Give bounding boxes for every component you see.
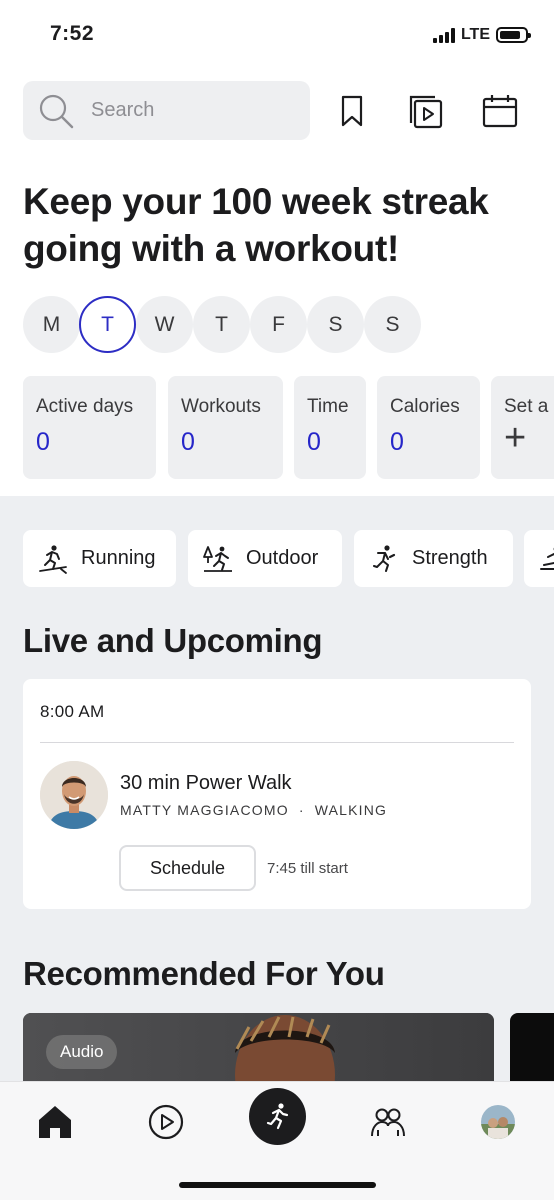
- running-icon: [39, 544, 67, 574]
- plus-icon: +: [504, 417, 527, 459]
- streak-headline: Keep your 100 week streak going with a w…: [23, 181, 489, 269]
- status-bar: 7:52 LTE: [0, 0, 554, 70]
- runner-icon: [266, 1102, 288, 1129]
- stat-label: Time: [307, 396, 349, 417]
- day-sunday[interactable]: S: [364, 296, 421, 353]
- chip-label: Running: [81, 547, 156, 569]
- chip-label: Strength: [412, 547, 488, 569]
- day-thursday[interactable]: T: [193, 296, 250, 353]
- class-meta: MATTY MAGGIACOMO · WALKING: [120, 802, 387, 818]
- instructor-name: MATTY MAGGIACOMO: [120, 802, 289, 818]
- status-time: 7:52: [50, 22, 95, 45]
- day-wednesday[interactable]: W: [136, 296, 193, 353]
- search-input[interactable]: Search: [23, 81, 310, 140]
- chip-more[interactable]: [524, 530, 554, 587]
- tab-profile[interactable]: [474, 1098, 522, 1146]
- top-toolbar: Search: [23, 81, 531, 141]
- chip-strength[interactable]: Strength: [354, 530, 513, 587]
- battery-icon: [496, 27, 531, 43]
- stat-workouts[interactable]: Workouts 0: [168, 376, 283, 479]
- profile-avatar: [481, 1105, 515, 1139]
- stat-time[interactable]: Time 0: [294, 376, 366, 479]
- stat-label: Workouts: [181, 396, 261, 417]
- stat-value: 0: [181, 428, 195, 456]
- day-friday[interactable]: F: [250, 296, 307, 353]
- class-start-time: 8:00 AM: [40, 702, 105, 721]
- instructor-avatar: [40, 761, 108, 829]
- countdown-text: 7:45 till start: [267, 860, 348, 877]
- tab-classes[interactable]: [142, 1098, 190, 1146]
- home-indicator: [179, 1182, 376, 1188]
- chip-label: Outdoor: [246, 547, 319, 569]
- network-label: LTE: [460, 26, 490, 43]
- live-section-title: Live and Upcoming: [23, 622, 323, 659]
- status-indicators: LTE: [432, 26, 531, 44]
- stat-label: Active days: [36, 396, 134, 417]
- people-icon: [371, 1108, 405, 1137]
- bookmark-icon[interactable]: [334, 93, 370, 129]
- play-circle-icon: [148, 1104, 184, 1140]
- search-placeholder: Search: [91, 99, 155, 121]
- stat-calories[interactable]: Calories 0: [377, 376, 480, 479]
- stat-value: 0: [390, 428, 404, 456]
- stat-value: 0: [307, 428, 321, 456]
- outdoor-icon: [203, 545, 232, 572]
- search-icon: [39, 94, 74, 129]
- audio-badge: Audio: [46, 1035, 118, 1069]
- day-monday[interactable]: M: [23, 296, 80, 353]
- video-library-icon[interactable]: [407, 93, 443, 129]
- day-saturday[interactable]: S: [307, 296, 364, 353]
- calendar-icon[interactable]: [482, 93, 518, 129]
- class-discipline: WALKING: [314, 802, 388, 818]
- home-icon: [39, 1106, 71, 1138]
- chip-outdoor[interactable]: Outdoor: [188, 530, 342, 587]
- divider: [40, 742, 514, 743]
- stat-label: Set a: [504, 396, 549, 417]
- stat-value: 0: [36, 428, 50, 456]
- tab-home[interactable]: [31, 1098, 79, 1146]
- category-chips: Running Outdoor Strength: [23, 530, 554, 587]
- tab-community[interactable]: [364, 1098, 412, 1146]
- set-goal-card[interactable]: Set a +: [491, 376, 554, 479]
- activity-stats: Active days 0 Workouts 0 Time 0 Calories…: [23, 376, 554, 479]
- day-tuesday[interactable]: T: [79, 296, 136, 353]
- class-title: 30 min Power Walk: [120, 772, 292, 794]
- stat-label: Calories: [390, 396, 460, 417]
- meta-separator: ·: [298, 802, 305, 818]
- signal-icon: [432, 27, 455, 43]
- chip-running[interactable]: Running: [23, 530, 176, 587]
- tab-workout[interactable]: [249, 1088, 306, 1145]
- stat-active-days[interactable]: Active days 0: [23, 376, 156, 479]
- recommended-section-title: Recommended For You: [23, 955, 385, 992]
- cycling-icon: [540, 547, 554, 570]
- strength-icon: [373, 544, 396, 572]
- schedule-button[interactable]: Schedule: [119, 845, 256, 891]
- live-class-card[interactable]: 8:00 AM 30 min Power Walk MATTY MAGGIACO…: [23, 679, 531, 909]
